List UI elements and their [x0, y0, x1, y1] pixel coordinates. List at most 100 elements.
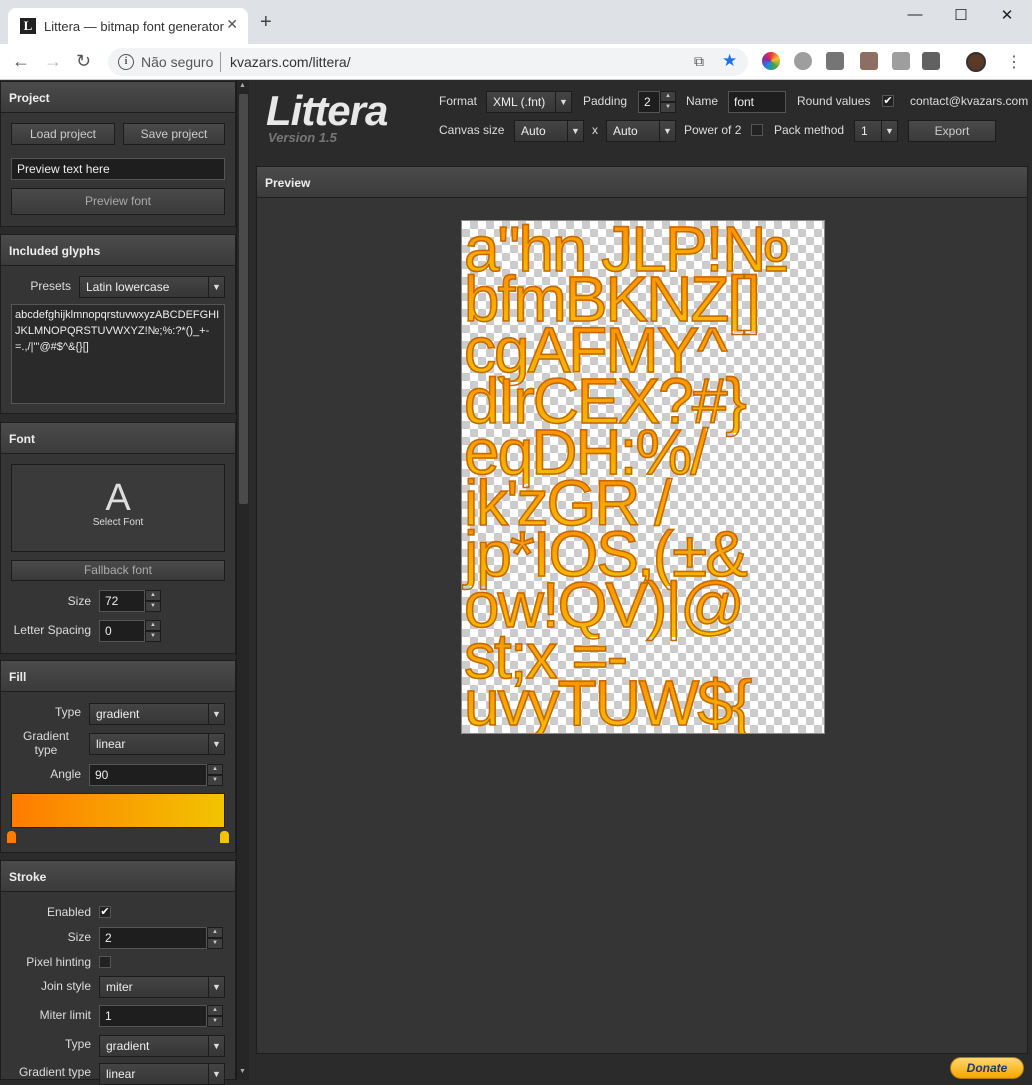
format-label: Format [439, 94, 478, 108]
letter-spacing-stepper[interactable]: ▲ ▼ [145, 620, 161, 642]
letter-spacing-input[interactable]: 0 [99, 620, 145, 642]
miter-limit-stepper[interactable]: ▲ ▼ [207, 1005, 223, 1027]
sidebar-scroll-thumb[interactable] [239, 94, 248, 504]
preview-font-button[interactable]: Preview font [11, 188, 225, 215]
fill-angle-input[interactable]: 90 [89, 764, 207, 786]
page-scrollbar[interactable] [1028, 80, 1032, 1080]
format-select[interactable]: XML (.fnt) ▼ [486, 91, 572, 113]
stroke-gradient-type-select[interactable]: linear ▼ [99, 1063, 225, 1085]
canvas-width-select[interactable]: Auto ▼ [514, 120, 584, 142]
chevron-down-icon: ▼ [208, 977, 224, 997]
pdf-extension-icon[interactable] [892, 52, 910, 70]
color-picker-extension-icon[interactable] [762, 52, 780, 70]
new-tab-button[interactable]: + [260, 12, 272, 32]
select-font-label: Select Font [92, 517, 144, 528]
preview-text-input[interactable]: Preview text here [11, 158, 225, 180]
pixel-hinting-checkbox[interactable] [99, 956, 111, 968]
join-style-value: miter [106, 980, 133, 994]
reload-icon[interactable]: ↻ [76, 51, 91, 71]
tab-close-icon[interactable]: ✕ [226, 16, 238, 33]
included-glyphs-panel: Included glyphs Presets Latin lowercase … [0, 234, 236, 414]
fallback-font-button[interactable]: Fallback font [11, 560, 225, 581]
fill-gradient-type-select[interactable]: linear ▼ [89, 733, 225, 755]
chevron-down-icon: ▼ [555, 92, 571, 112]
stroke-enabled-checkbox[interactable]: ✔ [99, 906, 111, 918]
export-button[interactable]: Export [908, 120, 996, 142]
padding-input[interactable]: 2 [638, 91, 660, 113]
power-of-2-label: Power of 2 [684, 123, 742, 137]
round-values-label: Round values [797, 94, 871, 108]
canvas-width-value: Auto [521, 124, 546, 138]
padding-stepper[interactable]: ▲ ▼ [660, 91, 676, 113]
select-font-button[interactable]: A Select Font [11, 464, 225, 552]
sidebar-scrollbar[interactable]: ▲ ▼ [236, 80, 249, 1080]
tab-title: Littera — bitmap font generator [44, 19, 224, 34]
stroke-gradient-type-value: linear [106, 1067, 136, 1081]
donate-button[interactable]: Donate [950, 1057, 1024, 1079]
font-letter-icon: A [105, 477, 131, 519]
gradient-stop-end-handle[interactable] [220, 831, 229, 843]
size-label: Size [67, 594, 91, 608]
url-text[interactable]: kvazars.com/littera/ [230, 54, 351, 70]
facebook-extension-icon[interactable] [922, 52, 940, 70]
chevron-down-icon: ▼ [208, 1064, 224, 1084]
stroke-size-label: Size [67, 930, 91, 944]
stroke-size-input[interactable]: 2 [99, 927, 207, 949]
fill-angle-label: Angle [50, 767, 81, 781]
pack-method-select[interactable]: 1 ▼ [854, 120, 898, 142]
stroke-type-select[interactable]: gradient ▼ [99, 1035, 225, 1057]
glyphs-textarea[interactable]: abcdefghijklmnopqrstuvwxyzABCDEFGHIJKLMN… [11, 304, 225, 404]
font-panel: Font A Select Font Fallback font Size 72… [0, 422, 236, 654]
scroll-down-icon[interactable]: ▼ [239, 1068, 246, 1075]
bookmark-star-icon[interactable]: ★ [722, 51, 737, 71]
littera-app: Project Load project Save project Previe… [0, 80, 1032, 1085]
code-extension-icon[interactable] [826, 52, 844, 70]
scroll-up-icon[interactable]: ▲ [239, 82, 246, 89]
padding-label: Padding [583, 94, 628, 108]
chevron-down-icon: ▼ [208, 1036, 224, 1056]
top-settings-bar: Littera Version 1.5 Format XML (.fnt) ▼ … [250, 80, 1032, 164]
menu-kebab-icon[interactable]: ⋮ [1006, 52, 1022, 72]
fill-gradient-preview[interactable] [11, 793, 225, 828]
sidebar: Project Load project Save project Previe… [0, 80, 236, 1085]
fill-angle-stepper[interactable]: ▲ ▼ [207, 764, 223, 786]
name-label: Name [686, 94, 719, 108]
profile-avatar[interactable] [966, 52, 986, 72]
chevron-down-icon: ▼ [208, 734, 224, 754]
round-values-checkbox[interactable]: ✔ [882, 95, 894, 107]
size-input[interactable]: 72 [99, 590, 145, 612]
font-atlas-preview[interactable]: a"hn JLP!№ bfmBKNZ[] cgAFMY^ dIrCEX?#} e… [461, 220, 825, 734]
close-window-button[interactable]: ✕ [984, 6, 1030, 24]
fill-type-select[interactable]: gradient ▼ [89, 703, 225, 725]
miter-limit-input[interactable]: 1 [99, 1005, 207, 1027]
globe-extension-icon[interactable] [794, 52, 812, 70]
address-bar[interactable]: i Não seguro kvazars.com/littera/ ⧉ ★ [108, 48, 748, 76]
minimize-button[interactable]: — [892, 6, 938, 23]
canvas-height-select[interactable]: Auto ▼ [606, 120, 676, 142]
pixel-hinting-label: Pixel hinting [26, 955, 91, 969]
maximize-button[interactable]: ☐ [938, 6, 984, 24]
gradient-stop-start-handle[interactable] [7, 831, 16, 843]
contact-link[interactable]: contact@kvazars.com [910, 94, 1028, 108]
forward-arrow-icon[interactable]: → [44, 51, 62, 71]
back-arrow-icon[interactable]: ← [12, 51, 30, 71]
extension-puzzle-icon[interactable]: ⧉ [694, 53, 704, 70]
canvas-x-label: x [592, 123, 598, 137]
browser-tab[interactable]: L Littera — bitmap font generator ✕ [8, 8, 248, 44]
littera-favicon-icon: L [20, 18, 36, 34]
stroke-gradient-type-label: Gradient type [18, 1065, 91, 1079]
load-project-button[interactable]: Load project [11, 123, 115, 145]
security-label: Não seguro [141, 54, 214, 70]
chevron-down-icon: ▼ [881, 121, 897, 141]
size-stepper[interactable]: ▲ ▼ [145, 590, 161, 612]
letter-spacing-label: Letter Spacing [13, 623, 91, 637]
info-icon[interactable]: i [118, 54, 134, 70]
stroke-size-stepper[interactable]: ▲ ▼ [207, 927, 223, 949]
eyedropper-extension-icon[interactable] [860, 52, 878, 70]
presets-select[interactable]: Latin lowercase ▼ [79, 276, 225, 298]
fill-gradient-type-value: linear [96, 737, 126, 751]
save-project-button[interactable]: Save project [123, 123, 225, 145]
name-input[interactable]: font [728, 91, 786, 113]
join-style-select[interactable]: miter ▼ [99, 976, 225, 998]
power-of-2-checkbox[interactable] [751, 124, 763, 136]
